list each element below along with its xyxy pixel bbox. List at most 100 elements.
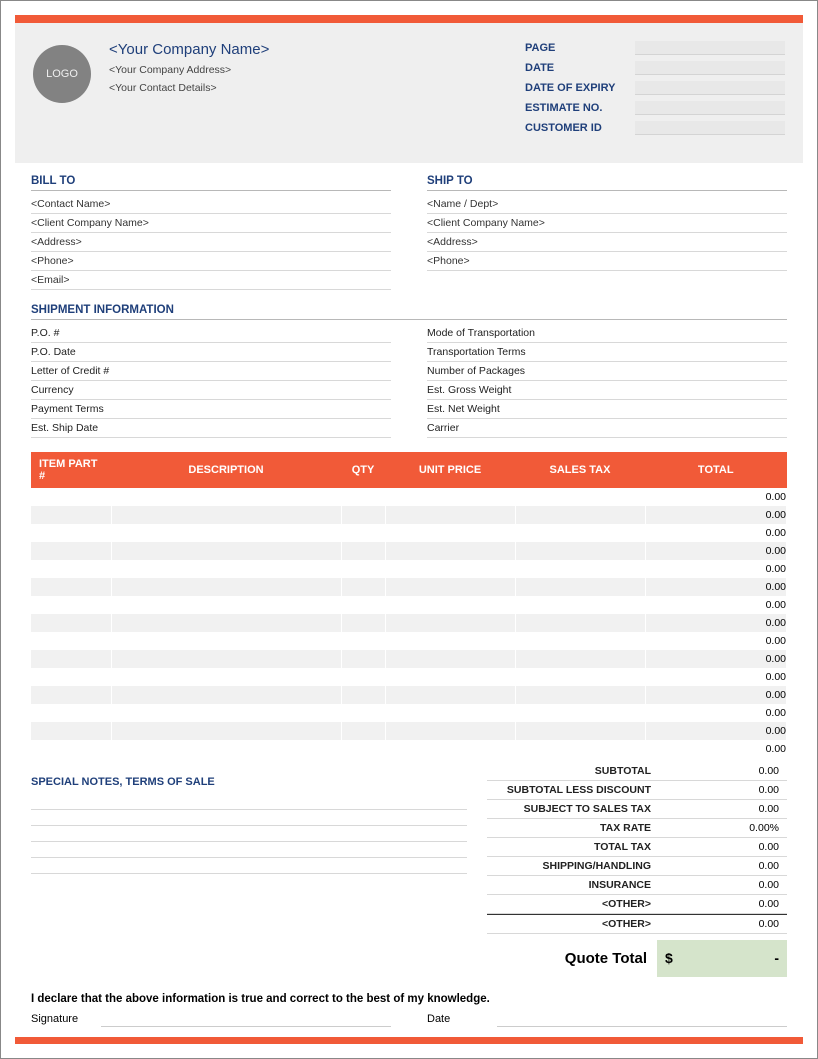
item-cell[interactable] xyxy=(515,722,645,740)
item-cell[interactable] xyxy=(515,488,645,506)
item-cell[interactable] xyxy=(111,686,341,704)
total-value[interactable]: 0.00 xyxy=(657,876,787,894)
meta-page-input[interactable] xyxy=(635,41,785,55)
item-cell[interactable] xyxy=(341,506,385,524)
notes-line[interactable] xyxy=(31,794,467,810)
item-cell[interactable] xyxy=(385,632,515,650)
item-cell[interactable] xyxy=(31,524,111,542)
signature-line[interactable] xyxy=(101,1013,391,1027)
shipment-input[interactable] xyxy=(151,346,391,358)
item-cell[interactable] xyxy=(111,596,341,614)
shipment-input[interactable] xyxy=(151,365,391,377)
item-cell[interactable] xyxy=(515,650,645,668)
item-cell[interactable] xyxy=(341,578,385,596)
item-cell[interactable] xyxy=(385,560,515,578)
item-cell[interactable] xyxy=(385,668,515,686)
item-cell[interactable] xyxy=(111,722,341,740)
item-cell[interactable] xyxy=(111,542,341,560)
item-cell[interactable] xyxy=(341,632,385,650)
shipment-input[interactable] xyxy=(151,327,391,339)
bill-to-field[interactable]: <Email> xyxy=(31,271,391,290)
meta-expiry-input[interactable] xyxy=(635,81,785,95)
item-cell[interactable] xyxy=(515,560,645,578)
item-cell[interactable] xyxy=(31,632,111,650)
item-cell[interactable] xyxy=(515,578,645,596)
item-cell[interactable] xyxy=(31,560,111,578)
total-value[interactable]: 0.00 xyxy=(657,857,787,875)
item-cell[interactable] xyxy=(341,488,385,506)
item-cell[interactable] xyxy=(31,650,111,668)
bill-to-field[interactable]: <Address> xyxy=(31,233,391,252)
item-cell[interactable] xyxy=(31,668,111,686)
notes-line[interactable] xyxy=(31,858,467,874)
total-value[interactable]: 0.00 xyxy=(657,800,787,818)
total-value[interactable]: 0.00% xyxy=(657,819,787,837)
item-cell[interactable] xyxy=(385,740,515,758)
item-cell[interactable] xyxy=(515,614,645,632)
shipment-input[interactable] xyxy=(151,422,391,434)
meta-estimate-input[interactable] xyxy=(635,101,785,115)
item-cell[interactable] xyxy=(385,650,515,668)
ship-to-field[interactable]: <Phone> xyxy=(427,252,787,271)
item-cell[interactable] xyxy=(341,560,385,578)
bill-to-field[interactable]: <Contact Name> xyxy=(31,195,391,214)
item-cell[interactable] xyxy=(111,506,341,524)
company-address[interactable]: <Your Company Address> xyxy=(109,64,525,76)
item-cell[interactable] xyxy=(515,740,645,758)
item-cell[interactable] xyxy=(515,632,645,650)
item-cell[interactable] xyxy=(515,542,645,560)
item-cell[interactable] xyxy=(31,506,111,524)
total-value[interactable]: 0.00 xyxy=(657,895,787,913)
item-cell[interactable] xyxy=(341,596,385,614)
notes-line[interactable] xyxy=(31,842,467,858)
item-cell[interactable] xyxy=(341,524,385,542)
shipment-input[interactable] xyxy=(547,384,787,396)
item-cell[interactable] xyxy=(31,488,111,506)
item-cell[interactable] xyxy=(111,560,341,578)
item-cell[interactable] xyxy=(341,686,385,704)
item-cell[interactable] xyxy=(385,488,515,506)
item-cell[interactable] xyxy=(111,614,341,632)
item-cell[interactable] xyxy=(341,740,385,758)
item-cell[interactable] xyxy=(111,668,341,686)
company-contact[interactable]: <Your Contact Details> xyxy=(109,82,525,94)
notes-line[interactable] xyxy=(31,826,467,842)
item-cell[interactable] xyxy=(341,542,385,560)
item-cell[interactable] xyxy=(31,578,111,596)
ship-to-field[interactable]: <Client Company Name> xyxy=(427,214,787,233)
item-cell[interactable] xyxy=(385,596,515,614)
item-cell[interactable] xyxy=(385,542,515,560)
item-cell[interactable] xyxy=(385,506,515,524)
item-cell[interactable] xyxy=(31,542,111,560)
bill-to-field[interactable]: <Client Company Name> xyxy=(31,214,391,233)
item-cell[interactable] xyxy=(31,722,111,740)
total-value[interactable]: 0.00 xyxy=(657,838,787,856)
shipment-input[interactable] xyxy=(547,365,787,377)
item-cell[interactable] xyxy=(515,686,645,704)
item-cell[interactable] xyxy=(31,740,111,758)
item-cell[interactable] xyxy=(111,704,341,722)
item-cell[interactable] xyxy=(385,686,515,704)
item-cell[interactable] xyxy=(31,596,111,614)
total-value[interactable]: 0.00 xyxy=(657,762,787,780)
item-cell[interactable] xyxy=(111,740,341,758)
item-cell[interactable] xyxy=(385,578,515,596)
item-cell[interactable] xyxy=(31,614,111,632)
company-name[interactable]: <Your Company Name> xyxy=(109,41,525,58)
shipment-input[interactable] xyxy=(151,403,391,415)
item-cell[interactable] xyxy=(111,578,341,596)
item-cell[interactable] xyxy=(515,704,645,722)
item-cell[interactable] xyxy=(341,614,385,632)
ship-to-field[interactable]: <Address> xyxy=(427,233,787,252)
shipment-input[interactable] xyxy=(151,384,391,396)
shipment-input[interactable] xyxy=(547,327,787,339)
item-cell[interactable] xyxy=(515,506,645,524)
item-cell[interactable] xyxy=(385,614,515,632)
item-cell[interactable] xyxy=(385,704,515,722)
item-cell[interactable] xyxy=(111,632,341,650)
shipment-input[interactable] xyxy=(547,422,787,434)
ship-to-field[interactable]: <Name / Dept> xyxy=(427,195,787,214)
item-cell[interactable] xyxy=(385,722,515,740)
item-cell[interactable] xyxy=(341,650,385,668)
shipment-input[interactable] xyxy=(547,346,787,358)
